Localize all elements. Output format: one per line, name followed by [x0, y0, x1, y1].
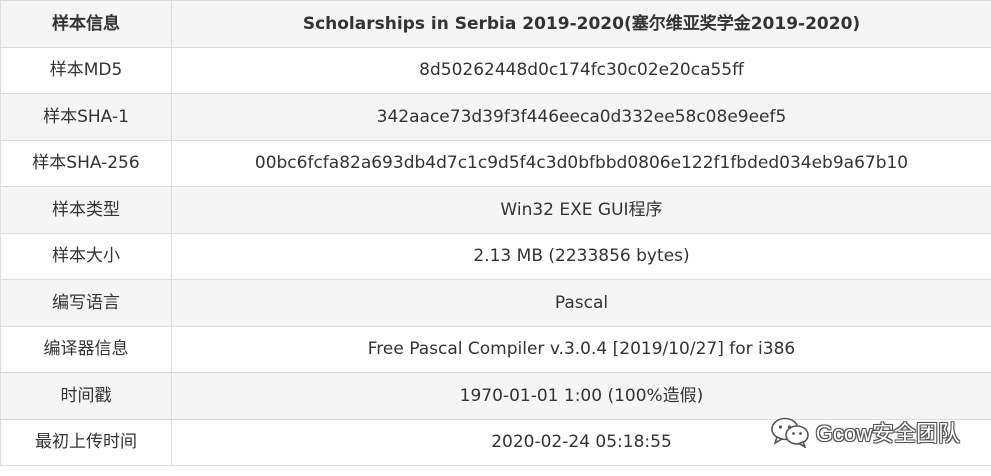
header-title-cell: Scholarships in Serbia 2019-2020(塞尔维亚奖学金… — [171, 0, 991, 48]
table-row: 样本SHA-1 342aace73d39f3f446eeca0d332ee58c… — [0, 93, 991, 141]
table-header-row: 样本信息 Scholarships in Serbia 2019-2020(塞尔… — [0, 0, 991, 48]
row-value-type: Win32 EXE GUI程序 — [171, 186, 991, 234]
row-value-sha1: 342aace73d39f3f446eeca0d332ee58c08e9eef5 — [171, 93, 991, 141]
header-key-cell: 样本信息 — [0, 0, 172, 48]
row-key-sha256: 样本SHA-256 — [0, 139, 172, 187]
table-row: 样本类型 Win32 EXE GUI程序 — [0, 186, 991, 234]
row-value-language: Pascal — [171, 279, 991, 327]
table-row: 时间戳 1970-01-01 1:00 (100%造假) — [0, 372, 991, 420]
row-key-type: 样本类型 — [0, 186, 172, 234]
table-row: 编写语言 Pascal — [0, 279, 991, 327]
row-value-md5: 8d50262448d0c174fc30c02e20ca55ff — [171, 46, 991, 94]
row-key-size: 样本大小 — [0, 232, 172, 280]
table-row: 样本大小 2.13 MB (2233856 bytes) — [0, 232, 991, 280]
table-row: 样本SHA-256 00bc6fcfa82a693db4d7c1c9d5f4c3… — [0, 139, 991, 187]
row-key-language: 编写语言 — [0, 279, 172, 327]
table-row: 样本MD5 8d50262448d0c174fc30c02e20ca55ff — [0, 46, 991, 94]
row-value-sha256: 00bc6fcfa82a693db4d7c1c9d5f4c3d0bfbbd080… — [171, 139, 991, 187]
row-key-compiler: 编译器信息 — [0, 325, 172, 373]
row-key-sha1: 样本SHA-1 — [0, 93, 172, 141]
row-key-timestamp: 时间戳 — [0, 372, 172, 420]
row-key-first-upload: 最初上传时间 — [0, 418, 172, 466]
row-key-md5: 样本MD5 — [0, 46, 172, 94]
table-row: 最初上传时间 2020-02-24 05:18:55 — [0, 418, 991, 466]
row-value-size: 2.13 MB (2233856 bytes) — [171, 232, 991, 280]
row-value-timestamp: 1970-01-01 1:00 (100%造假) — [171, 372, 991, 420]
row-value-first-upload: 2020-02-24 05:18:55 — [171, 418, 991, 466]
table-row: 编译器信息 Free Pascal Compiler v.3.0.4 [2019… — [0, 325, 991, 373]
row-value-compiler: Free Pascal Compiler v.3.0.4 [2019/10/27… — [171, 325, 991, 373]
sample-info-table: 样本信息 Scholarships in Serbia 2019-2020(塞尔… — [0, 0, 991, 466]
